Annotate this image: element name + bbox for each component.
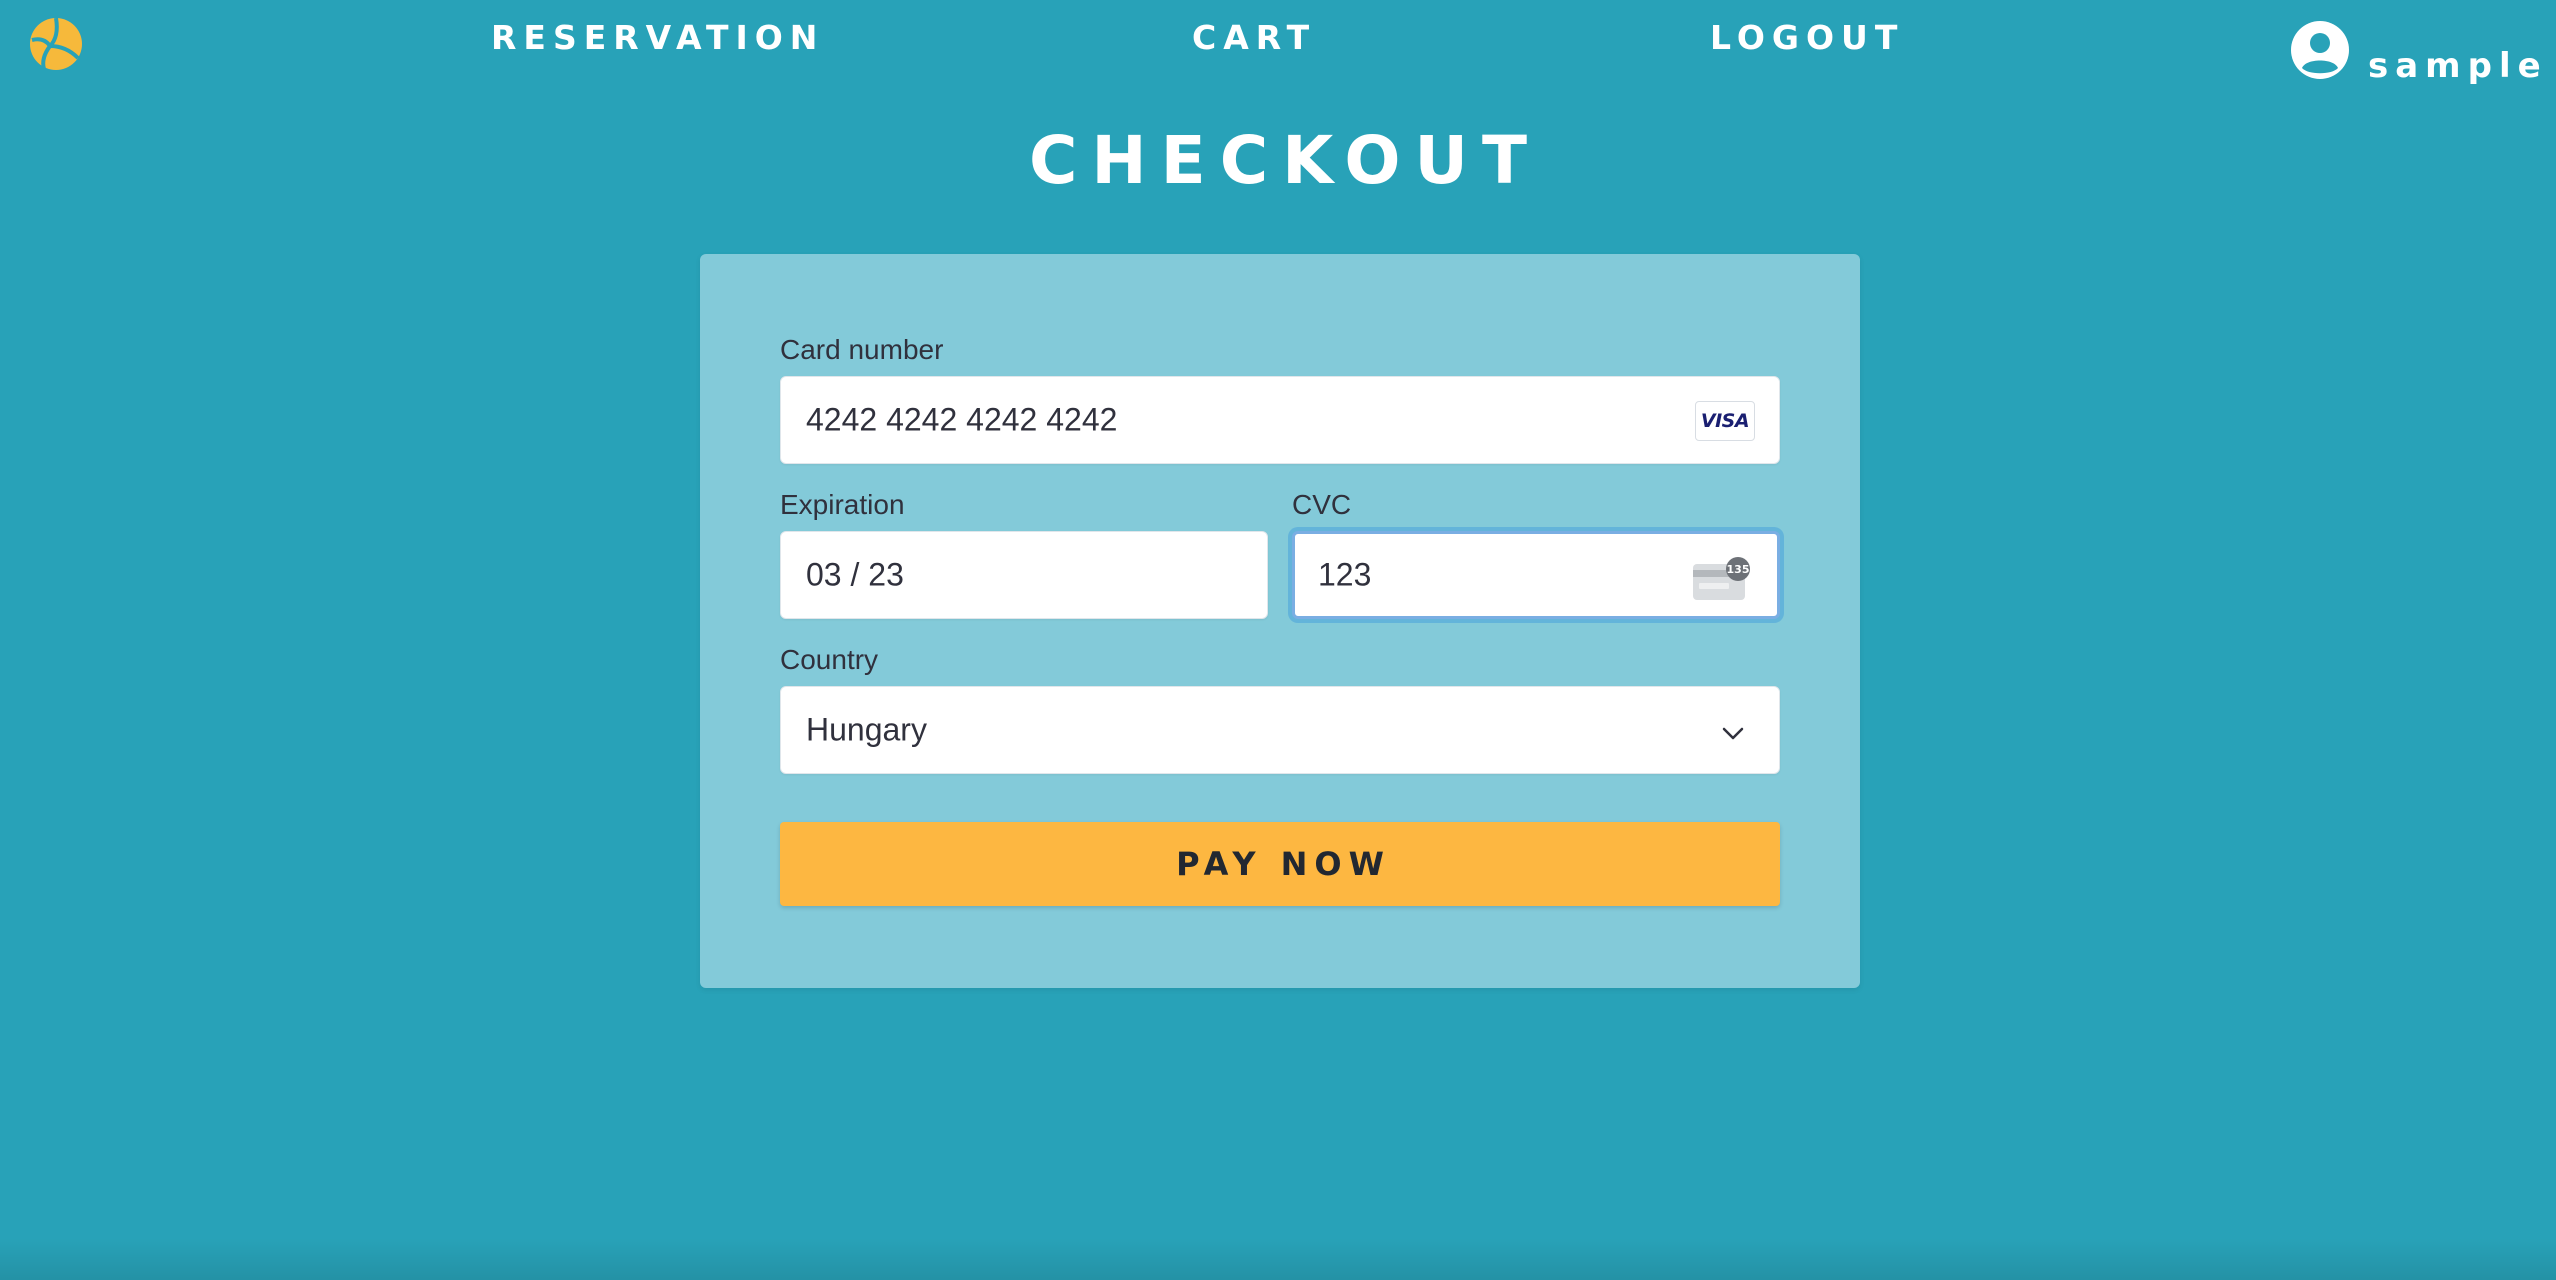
bottom-shadow <box>0 1238 2556 1280</box>
pay-now-button[interactable]: PAY NOW <box>780 822 1780 906</box>
cvc-badge-text: 135 <box>1727 563 1750 576</box>
pay-now-label: PAY NOW <box>1176 845 1391 883</box>
cvc-input[interactable]: 123 135 <box>1292 531 1780 619</box>
nav-link-logout[interactable]: LOGOUT <box>1710 18 1904 57</box>
country-select[interactable]: Hungary <box>780 686 1780 774</box>
nav-link-cart[interactable]: CART <box>1192 18 1316 57</box>
country-label: Country <box>780 644 879 675</box>
nav-link-reservation[interactable]: RESERVATION <box>491 18 824 57</box>
card-number-value: 4242 4242 4242 4242 <box>806 401 1118 438</box>
cvc-label: CVC <box>1292 489 1352 520</box>
navbar: RESERVATION CART LOGOUT sample <box>0 0 2556 90</box>
expiration-label: Expiration <box>780 489 905 520</box>
username: sample <box>2368 46 2548 86</box>
card-number-input[interactable]: 4242 4242 4242 4242 VISA <box>780 376 1780 464</box>
volleyball-icon[interactable] <box>28 16 84 72</box>
page-title: CHECKOUT <box>1028 122 1542 199</box>
chevron-down-icon <box>1722 727 1744 740</box>
country-value: Hungary <box>806 711 927 748</box>
cvc-card-icon: 135 <box>1693 557 1750 600</box>
expiration-input[interactable]: 03 / 23 <box>780 531 1268 619</box>
cvc-value: 123 <box>1318 556 1372 593</box>
card-number-label: Card number <box>780 334 944 365</box>
expiration-value: 03 / 23 <box>806 556 904 593</box>
user-circle-icon <box>2291 21 2349 79</box>
visa-icon: VISA <box>1695 401 1755 441</box>
user-menu[interactable]: sample <box>2290 20 2541 86</box>
payment-form: Card number 4242 4242 4242 4242 VISA Exp… <box>700 254 1860 988</box>
